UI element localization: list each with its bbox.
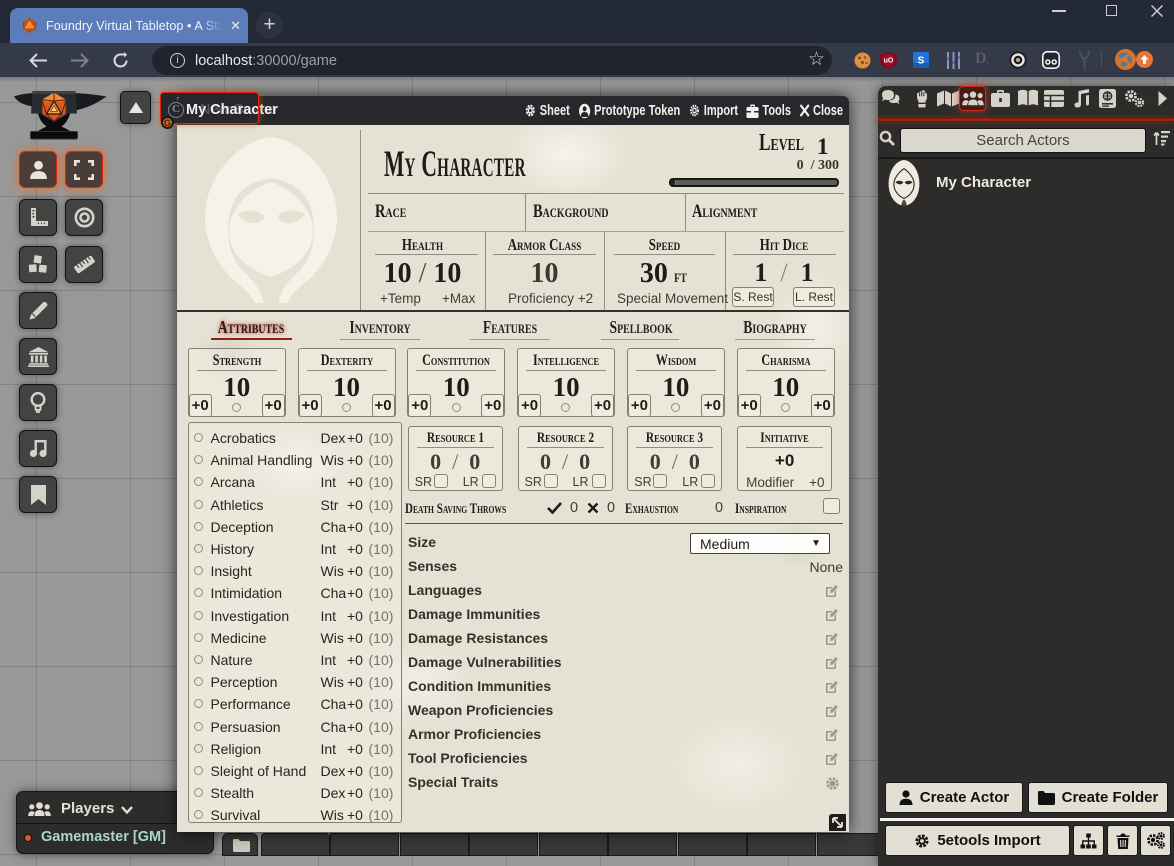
- svg-text:uO: uO: [884, 58, 894, 65]
- svg-text:S: S: [918, 56, 925, 67]
